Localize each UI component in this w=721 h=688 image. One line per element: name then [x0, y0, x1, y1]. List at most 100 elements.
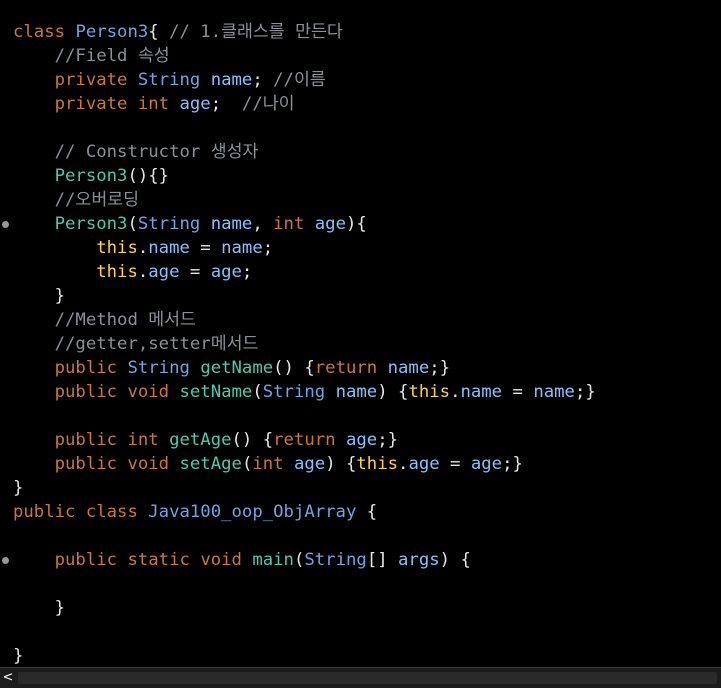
code-line[interactable]: //getter,setter메서드 [13, 332, 721, 356]
code-token: ( [241, 454, 253, 474]
code-token: , [252, 214, 274, 234]
code-line[interactable]: private String name; //이름 [13, 68, 721, 92]
code-token: ;} [377, 430, 399, 450]
code-line[interactable]: // Constructor 생성자 [13, 140, 721, 164]
scrollbar-thumb[interactable] [18, 672, 717, 684]
code-token: (){} [127, 166, 170, 186]
code-line[interactable]: public void setAge(int age) {this.age = … [13, 452, 721, 476]
fold-marker-icon[interactable] [2, 557, 9, 564]
code-token: ) { [325, 454, 357, 474]
code-line[interactable] [13, 524, 721, 548]
code-line[interactable]: this.name = name; [13, 236, 721, 260]
code-token: age [346, 430, 378, 450]
code-token: private [54, 94, 138, 114]
code-token: ( [127, 214, 138, 234]
code-token: ; [262, 238, 274, 258]
code-token: ; [241, 262, 253, 282]
code-token: ; [252, 70, 274, 90]
code-token: () { [231, 430, 274, 450]
code-token: name [460, 382, 503, 402]
code-token: int [137, 94, 180, 114]
code-token: // Constructor 생성자 [54, 142, 259, 162]
code-line[interactable] [13, 572, 721, 596]
code-token: . [137, 238, 149, 258]
code-token: Person3 [54, 214, 128, 234]
code-token: private [54, 70, 138, 90]
code-token: setName [179, 382, 253, 402]
code-token: String [304, 550, 367, 570]
code-token: this [356, 454, 399, 474]
code-token: main [252, 550, 294, 570]
code-token: this [96, 262, 138, 282]
code-token: { [148, 22, 170, 42]
fold-marker-icon[interactable] [2, 221, 9, 228]
code-token: //getter,setter메서드 [54, 334, 259, 354]
code-line[interactable]: public class Java100_oop_ObjArray { [13, 500, 721, 524]
code-token: void [200, 550, 253, 570]
code-line[interactable]: public String getName() {return name;} [13, 356, 721, 380]
code-token: ;} [502, 454, 523, 474]
code-line[interactable]: public int getAge() {return age;} [13, 428, 721, 452]
code-token: ){ [346, 214, 367, 234]
code-token: age [470, 454, 503, 474]
code-token: getName [200, 358, 274, 378]
code-line[interactable] [13, 620, 721, 644]
code-token: age [314, 214, 346, 234]
code-line[interactable]: public static void main(String[] args) { [13, 548, 721, 572]
code-token: String [262, 382, 336, 402]
code-line[interactable]: } [13, 644, 721, 668]
code-token: String [137, 70, 211, 90]
code-token: name [387, 358, 430, 378]
code-line[interactable]: //오버로딩 [13, 188, 721, 212]
code-line[interactable]: //Method 메서드 [13, 308, 721, 332]
code-line[interactable]: } [13, 476, 721, 500]
code-token: return [314, 358, 388, 378]
code-line[interactable]: class Person3{ // 1.클래스를 만든다 [13, 20, 721, 44]
code-token: public [54, 382, 128, 402]
code-token: [] [366, 550, 399, 570]
code-line[interactable]: Person3(){} [13, 164, 721, 188]
scroll-left-arrow-icon[interactable]: < [0, 668, 16, 688]
code-line[interactable]: } [13, 284, 721, 308]
code-token: public [54, 550, 128, 570]
code-line[interactable]: Person3(String name, int age){ [13, 212, 721, 236]
code-token: // 1.클래스를 만든다 [169, 22, 343, 42]
code-token: Person3 [54, 166, 128, 186]
code-token: name [335, 382, 378, 402]
code-token: { [366, 502, 378, 522]
code-token: } [13, 598, 66, 618]
code-line[interactable]: //Field 속성 [13, 44, 721, 68]
code-token: . [398, 454, 409, 474]
code-token: age [179, 94, 211, 114]
code-token: age [293, 454, 326, 474]
code-line[interactable]: this.age = age; [13, 260, 721, 284]
code-line[interactable]: private int age; //나이 [13, 92, 721, 116]
code-token: Java100_oop_ObjArray [148, 502, 367, 522]
code-token: . [450, 382, 461, 402]
code-token: public [54, 454, 128, 474]
code-token: getAge [169, 430, 232, 450]
code-area[interactable]: class Person3{ // 1.클래스를 만든다 //Field 속성 … [13, 20, 721, 668]
horizontal-scrollbar[interactable]: < [0, 667, 721, 688]
code-token: public [54, 358, 128, 378]
editor-gutter [0, 0, 12, 668]
code-token: //Field 속성 [54, 46, 170, 66]
code-line[interactable]: } [13, 596, 721, 620]
code-line[interactable] [13, 116, 721, 140]
code-token: = [189, 238, 222, 258]
code-line[interactable] [13, 404, 721, 428]
code-token: name [210, 70, 253, 90]
code-token: void [127, 454, 180, 474]
code-token: = [502, 382, 534, 402]
code-line[interactable]: public void setName(String name) {this.n… [13, 380, 721, 404]
code-token: ( [293, 550, 305, 570]
code-token: ) { [439, 550, 471, 570]
code-editor[interactable]: class Person3{ // 1.클래스를 만든다 //Field 속성 … [0, 0, 721, 688]
